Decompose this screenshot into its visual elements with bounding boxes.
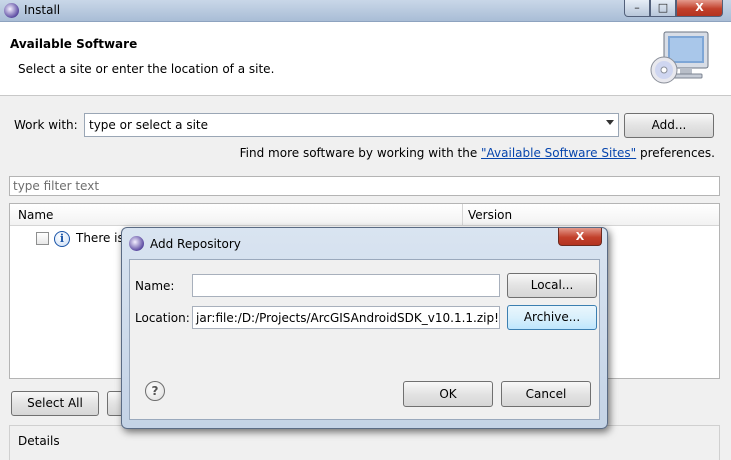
name-field[interactable] xyxy=(192,274,500,297)
cancel-button[interactable]: Cancel xyxy=(501,381,591,407)
find-more-suffix: preferences. xyxy=(636,146,715,160)
maximize-button[interactable]: □ xyxy=(650,0,676,17)
ok-button[interactable]: OK xyxy=(403,381,493,407)
location-value: jar:file:/D:/Projects/ArcGISAndroidSDK_v… xyxy=(196,311,500,325)
table-header: Name Version xyxy=(10,204,719,226)
column-version[interactable]: Version xyxy=(468,208,512,222)
close-button[interactable]: X xyxy=(676,0,723,17)
dialog-title: Add Repository xyxy=(150,237,241,251)
column-name[interactable]: Name xyxy=(18,208,53,222)
eclipse-icon xyxy=(4,3,19,18)
available-software-sites-link[interactable]: "Available Software Sites" xyxy=(481,146,636,160)
eclipse-icon xyxy=(129,236,144,251)
column-divider[interactable] xyxy=(462,204,463,226)
window-titlebar: Install – □ X xyxy=(0,0,731,22)
filter-placeholder: type filter text xyxy=(13,179,100,193)
work-with-value: type or select a site xyxy=(89,118,209,132)
add-site-button[interactable]: Add... xyxy=(624,113,714,138)
page-title: Available Software xyxy=(10,37,138,51)
name-label: Name: xyxy=(135,279,175,293)
wizard-header: Available Software Select a site or ente… xyxy=(0,22,731,96)
select-all-button[interactable]: Select All xyxy=(11,391,99,416)
work-with-combo[interactable]: type or select a site xyxy=(84,113,619,137)
work-with-label: Work with: xyxy=(14,118,78,132)
archive-button[interactable]: Archive... xyxy=(507,305,597,330)
location-field[interactable]: jar:file:/D:/Projects/ArcGISAndroidSDK_v… xyxy=(192,306,500,329)
dropdown-arrow-icon[interactable] xyxy=(606,120,614,125)
details-label: Details xyxy=(18,434,60,448)
window-title: Install xyxy=(24,3,61,17)
local-button[interactable]: Local... xyxy=(507,273,597,298)
filter-input[interactable]: type filter text xyxy=(9,176,720,196)
monitor-cd-icon xyxy=(650,31,709,84)
add-repository-dialog: Add Repository X Name: Local... Location… xyxy=(121,227,608,429)
dialog-body: Name: Local... Location: jar:file:/D:/Pr… xyxy=(129,259,600,420)
help-icon[interactable]: ? xyxy=(145,381,165,401)
details-group xyxy=(9,425,720,460)
row-checkbox[interactable] xyxy=(36,232,49,245)
dialog-close-button[interactable]: X xyxy=(558,228,602,246)
page-description: Select a site or enter the location of a… xyxy=(18,62,275,76)
location-label: Location: xyxy=(135,311,190,325)
minimize-button[interactable]: – xyxy=(624,0,650,17)
find-more-prefix: Find more software by working with the xyxy=(239,146,482,160)
find-more-text: Find more software by working with the "… xyxy=(240,146,715,160)
info-icon: i xyxy=(54,231,70,247)
row-text: There is xyxy=(76,231,124,245)
